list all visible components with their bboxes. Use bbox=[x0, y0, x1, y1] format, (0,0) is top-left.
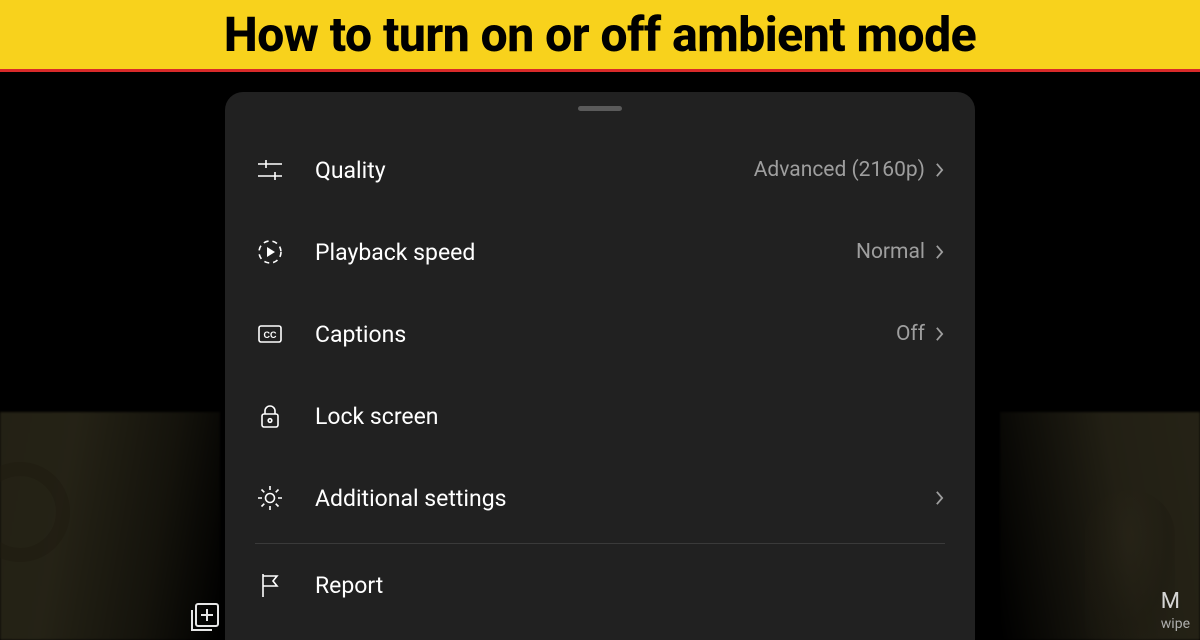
menu-item-additional-settings[interactable]: Additional settings bbox=[225, 457, 975, 539]
menu-item-quality[interactable]: Quality Advanced (2160p) bbox=[225, 129, 975, 211]
chevron-right-icon bbox=[935, 243, 945, 261]
add-to-playlist-icon[interactable] bbox=[188, 600, 222, 634]
sliders-icon bbox=[255, 155, 315, 185]
settings-sheet: Quality Advanced (2160p) Playback speed … bbox=[225, 92, 975, 640]
menu-label: Additional settings bbox=[315, 485, 506, 512]
lock-icon bbox=[255, 401, 315, 431]
menu-item-playback-speed[interactable]: Playback speed Normal bbox=[225, 211, 975, 293]
gear-icon bbox=[255, 483, 315, 513]
background-right-caption: M wipe bbox=[1161, 589, 1190, 632]
chevron-right-icon bbox=[935, 325, 945, 343]
chevron-right-icon bbox=[935, 161, 945, 179]
svg-text:CC: CC bbox=[264, 330, 277, 340]
flag-icon bbox=[255, 570, 315, 600]
video-stage: M wipe Quality Advanced (2160p) bbox=[0, 72, 1200, 640]
chevron-right-icon bbox=[935, 489, 945, 507]
menu-label: Quality bbox=[315, 157, 386, 184]
background-caption-sub: wipe bbox=[1161, 616, 1190, 632]
background-caption-top: M bbox=[1161, 589, 1180, 614]
menu-value: Normal bbox=[856, 240, 925, 264]
menu-label: Playback speed bbox=[315, 239, 475, 266]
playback-speed-icon bbox=[255, 237, 315, 267]
menu-item-captions[interactable]: CC Captions Off bbox=[225, 293, 975, 375]
cc-icon: CC bbox=[255, 319, 315, 349]
menu-item-report[interactable]: Report bbox=[225, 544, 975, 626]
menu-value: Advanced (2160p) bbox=[754, 158, 925, 182]
menu-label: Lock screen bbox=[315, 403, 439, 430]
menu-label: Captions bbox=[315, 321, 406, 348]
sheet-grabber[interactable] bbox=[578, 106, 622, 111]
menu-value: Off bbox=[896, 322, 925, 346]
menu-label: Report bbox=[315, 572, 383, 599]
banner-title: How to turn on or off ambient mode bbox=[224, 6, 976, 63]
tutorial-banner: How to turn on or off ambient mode bbox=[0, 0, 1200, 72]
menu-item-lock-screen[interactable]: Lock screen bbox=[225, 375, 975, 457]
